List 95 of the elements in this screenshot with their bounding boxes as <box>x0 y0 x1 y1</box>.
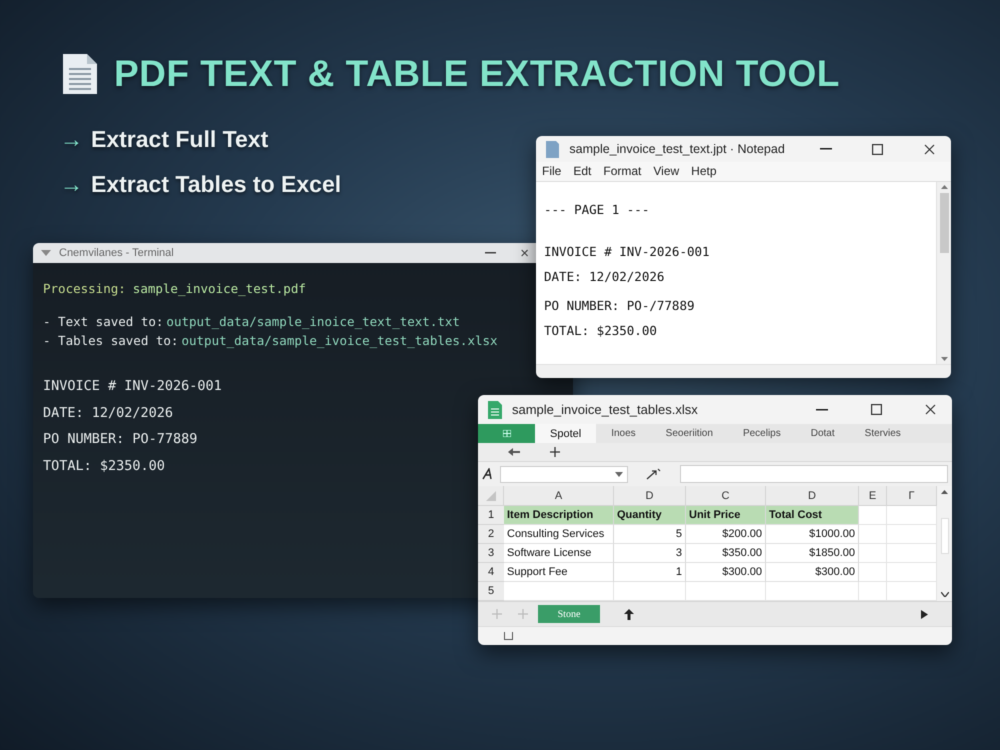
file-path: output_data/sample_ivoice_test_tables.xlsx <box>181 333 498 350</box>
scrollbar[interactable] <box>936 182 951 364</box>
row-header[interactable]: 1 <box>478 506 504 525</box>
table-cell: Quantity <box>614 506 686 525</box>
text-line: INVOICE # INV-2026-001 <box>544 244 711 259</box>
status-label: Processing: <box>43 281 126 298</box>
ribbon-tab[interactable]: Inoes <box>596 424 651 443</box>
column-header[interactable]: C <box>686 486 766 506</box>
feature-label: Extract Tables to Excel <box>91 171 342 198</box>
document-icon <box>60 52 100 96</box>
font-icon[interactable] <box>482 468 494 480</box>
table-cell: $200.00 <box>686 525 766 544</box>
window-title: sample_invoice_test_tables.xlsx <box>512 402 698 417</box>
ribbon-tab[interactable]: Stervies <box>850 424 916 443</box>
sheet-file-icon <box>488 400 502 418</box>
ribbon-tab[interactable]: Dotat <box>796 424 850 443</box>
menu-item[interactable]: Format <box>603 164 642 178</box>
table-cell: Unit Price <box>686 506 766 525</box>
minimize-icon[interactable] <box>816 408 828 410</box>
text-line: PO NUMBER: PO-/77889 <box>544 298 696 313</box>
close-icon[interactable] <box>924 404 936 415</box>
feature-label: Extract Full Text <box>91 126 268 153</box>
close-symbol[interactable]: × <box>520 244 529 262</box>
minimize-icon[interactable] <box>485 252 496 254</box>
table-cell: Support Fee <box>504 563 614 582</box>
select-all-icon[interactable] <box>486 490 496 500</box>
file-icon <box>546 140 560 158</box>
back-arrow-icon[interactable] <box>508 448 520 456</box>
layout-icon[interactable] <box>504 632 513 640</box>
ribbon-tab[interactable]: Spotel <box>535 424 596 443</box>
text-area[interactable]: --- PAGE 1 --- INVOICE # INV-2026-001 DATE: 12/02/2026 PO NUMBER: PO-/77889 TOTAL: $2350.00 <box>536 182 951 364</box>
app-tab[interactable] <box>478 424 535 443</box>
row-header[interactable]: 2 <box>478 525 504 544</box>
ribbon-tab[interactable]: Seoeriition <box>650 424 728 443</box>
page-title: PDF TEXT & TABLE EXTRACTION TOOL <box>114 53 840 95</box>
scroll-down-icon[interactable] <box>940 592 948 597</box>
minimize-icon[interactable] <box>820 148 832 150</box>
output-line: INVOICE # INV-2026-001 <box>43 378 222 396</box>
table-cell: Total Cost <box>766 506 859 525</box>
table-cell: 1 <box>614 563 686 582</box>
table-cell: Item Description <box>504 506 614 525</box>
table-cell: 5 <box>614 525 686 544</box>
maximize-icon[interactable] <box>872 144 884 154</box>
maximize-icon[interactable] <box>870 404 882 415</box>
file-path: output_data/sample_inoice_text_text.txt <box>166 314 460 331</box>
window-title: sample_invoice_test_text.jpt · Notepad <box>569 142 785 156</box>
log-label: - Text saved to: <box>43 314 164 331</box>
scrollbar-thumb[interactable] <box>940 518 948 554</box>
output-line: PO NUMBER: PO-77889 <box>43 431 198 449</box>
table-cell: $350.00 <box>686 544 766 563</box>
scrollbar-thumb[interactable] <box>940 193 948 253</box>
grid-icon <box>502 430 510 437</box>
row-header[interactable]: 5 <box>478 582 504 601</box>
column-header[interactable]: A <box>504 486 614 506</box>
window-title: Cnemvilanes - Terminal <box>59 247 174 259</box>
add-sheet-icon[interactable] <box>492 609 528 619</box>
row-header[interactable]: 4 <box>478 563 504 582</box>
column-header[interactable]: D <box>614 486 686 506</box>
up-arrow-icon[interactable] <box>624 608 634 620</box>
text-line: --- PAGE 1 --- <box>544 202 650 217</box>
function-icon[interactable] <box>646 468 662 480</box>
arrow-symbol: → <box>60 126 83 153</box>
output-line: TOTAL: $2350.00 <box>43 458 165 476</box>
formula-field[interactable] <box>680 465 948 483</box>
horizontal-scrollbar[interactable] <box>536 364 951 378</box>
scroll-up-icon[interactable] <box>941 490 948 494</box>
scroll-up-icon[interactable] <box>940 185 948 189</box>
file-name: sample_invoice_test.pdf <box>132 281 306 298</box>
column-header[interactable]: E <box>859 486 887 506</box>
plus-icon[interactable] <box>550 447 560 457</box>
menu-item[interactable]: File <box>542 164 562 178</box>
column-header[interactable]: D <box>766 486 859 506</box>
table-cell: Consulting Services <box>504 525 614 544</box>
table-cell: $1850.00 <box>766 544 859 563</box>
table-cell: $300.00 <box>686 563 766 582</box>
table-cell: $1000.00 <box>766 525 859 544</box>
menu-item[interactable]: Edt <box>573 164 592 178</box>
close-icon[interactable] <box>924 144 936 154</box>
row-header[interactable]: 3 <box>478 544 504 563</box>
menu-item[interactable]: Hetp <box>691 164 717 178</box>
scrollbar[interactable] <box>937 486 952 601</box>
table-cell: Software License <box>504 544 614 563</box>
scroll-right-icon[interactable] <box>921 610 928 618</box>
dropdown-icon[interactable] <box>615 472 623 476</box>
ribbon-tab[interactable]: Pecelips <box>728 424 796 443</box>
chevron-icon[interactable] <box>41 250 51 256</box>
menu-item[interactable]: View <box>653 164 680 178</box>
text-line: TOTAL: $2350.00 <box>544 323 658 338</box>
column-header[interactable]: Г <box>887 486 937 506</box>
text-line: DATE: 12/02/2026 <box>544 269 666 284</box>
table-cell: $300.00 <box>766 563 859 582</box>
table-cell: 3 <box>614 544 686 563</box>
output-line: DATE: 12/02/2026 <box>43 404 174 422</box>
log-label: - Tables saved to: <box>43 333 178 350</box>
arrow-symbol: → <box>60 171 83 198</box>
